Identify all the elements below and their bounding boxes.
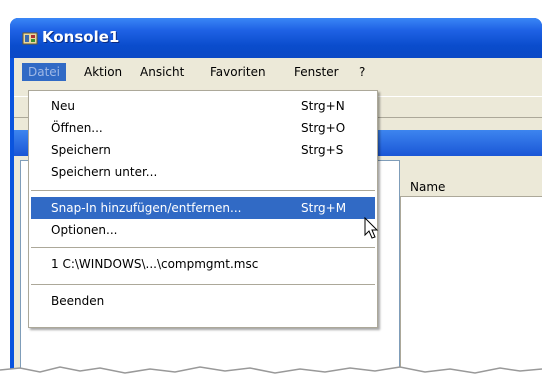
menu-separator [31, 190, 375, 191]
menu-item-label: Beenden [51, 294, 105, 308]
mouse-pointer-icon [364, 217, 379, 239]
menu-aktion[interactable]: Aktion [78, 63, 128, 81]
column-header-name[interactable]: Name [400, 178, 542, 197]
menu-item-label: Snap-In hinzufügen/entfernen... [51, 201, 242, 215]
menu-datei[interactable]: Datei [22, 63, 67, 81]
menu-item-shortcut: Strg+S [301, 143, 344, 157]
list-pane[interactable] [400, 178, 542, 388]
menu-item-label: Neu [51, 99, 75, 113]
column-header-label: Name [410, 180, 446, 194]
menu-item-shortcut: Strg+M [301, 201, 347, 215]
menu-item-recent-file[interactable]: 1 C:\WINDOWS\...\compmgmt.msc [31, 253, 375, 275]
menu-item-speichern-unter[interactable]: Speichern unter... [31, 161, 375, 183]
window-title: Konsole1 [42, 28, 120, 46]
menu-item-label: 1 C:\WINDOWS\...\compmgmt.msc [51, 257, 259, 271]
menu-item-speichern[interactable]: Speichern Strg+S [31, 139, 375, 161]
menu-fenster[interactable]: Fenster [288, 63, 345, 81]
menu-separator [31, 247, 375, 248]
file-menu-dropdown: Neu Strg+N Öffnen... Strg+O Speichern St… [28, 90, 378, 328]
menu-item-label: Öffnen... [51, 121, 103, 135]
menu-item-label: Optionen... [51, 223, 118, 237]
menu-favoriten[interactable]: Favoriten [204, 63, 272, 81]
menu-item-optionen[interactable]: Optionen... [31, 219, 375, 241]
menu-item-shortcut: Strg+O [301, 121, 346, 135]
menu-item-beenden[interactable]: Beenden [31, 290, 375, 312]
menu-separator [31, 284, 375, 285]
menu-item-label: Speichern [51, 143, 111, 157]
menu-item-snapin[interactable]: Snap-In hinzufügen/entfernen... Strg+M [31, 197, 375, 219]
menu-item-neu[interactable]: Neu Strg+N [31, 95, 375, 117]
menu-item-oeffnen[interactable]: Öffnen... Strg+O [31, 117, 375, 139]
menu-help[interactable]: ? [353, 63, 371, 81]
console-app-icon [22, 32, 38, 45]
menu-bar: Datei Aktion Ansicht Favoriten Fenster ? [14, 58, 542, 84]
title-bar[interactable]: Konsole1 [10, 18, 542, 58]
torn-edge [0, 366, 542, 388]
menu-item-label: Speichern unter... [51, 165, 158, 179]
menu-ansicht[interactable]: Ansicht [134, 63, 190, 81]
menu-item-shortcut: Strg+N [301, 99, 345, 113]
